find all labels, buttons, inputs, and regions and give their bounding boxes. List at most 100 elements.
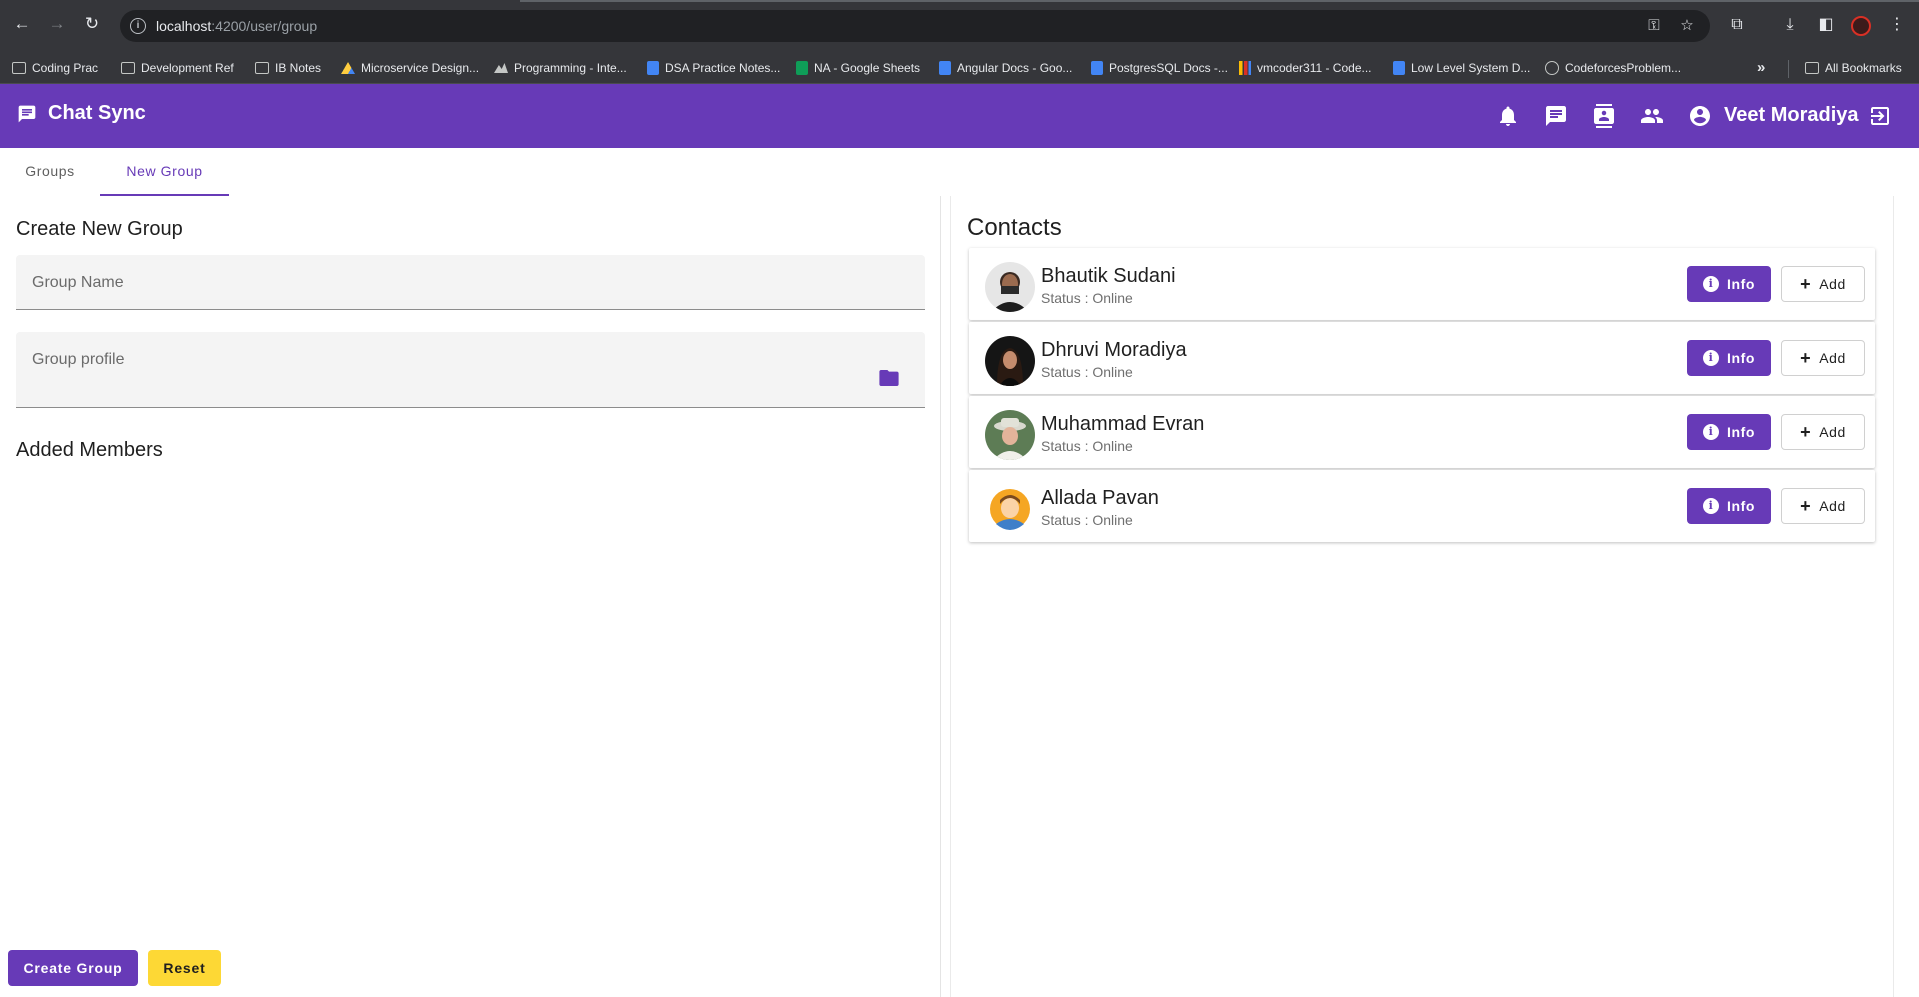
add-label: Add xyxy=(1819,498,1846,514)
account-circle-icon[interactable] xyxy=(1688,104,1712,128)
create-group-heading: Create New Group xyxy=(16,218,183,240)
bookmark-item[interactable]: CodeforcesProblem... xyxy=(1545,59,1681,77)
avatar xyxy=(985,262,1035,312)
bookmark-label: vmcoder311 - Code... xyxy=(1257,61,1372,75)
contact-status: Status : Online xyxy=(1041,512,1133,528)
contact-card: Bhautik Sudani Status : Online i Info + Ad… xyxy=(969,248,1875,320)
bookmark-label: DSA Practice Notes... xyxy=(665,61,781,75)
info-button[interactable]: i Info xyxy=(1687,340,1771,376)
menu-kebab-icon[interactable]: ⋮ xyxy=(1886,14,1908,36)
url-host: localhost xyxy=(156,18,212,34)
add-contact-button[interactable]: + Add xyxy=(1781,266,1865,302)
contact-name: Dhruvi Moradiya xyxy=(1041,339,1187,361)
app-toolbar: Chat Sync Veet Moradiya xyxy=(0,84,1919,148)
tab-groups[interactable]: Groups xyxy=(0,148,100,196)
notification-bell-icon[interactable] xyxy=(1496,104,1520,128)
bookmark-label: PostgresSQL Docs -... xyxy=(1109,61,1228,75)
tab-bar: Groups New Group xyxy=(0,148,1919,196)
add-contact-button[interactable]: + Add xyxy=(1781,488,1865,524)
bookmark-label: Low Level System D... xyxy=(1411,61,1531,75)
add-contact-button[interactable]: + Add xyxy=(1781,414,1865,450)
group-profile-field[interactable]: Group profile xyxy=(16,332,925,408)
url-text[interactable]: localhost:4200/user/group xyxy=(156,18,317,34)
group-profile-label: Group profile xyxy=(32,351,125,368)
avatar xyxy=(985,484,1035,534)
info-label: Info xyxy=(1726,498,1756,514)
star-bookmark-icon[interactable]: ☆ xyxy=(1677,16,1697,36)
bookmark-item[interactable]: Coding Prac xyxy=(12,59,98,77)
back-arrow-icon[interactable]: ← xyxy=(12,14,32,34)
bookmark-label: CodeforcesProblem... xyxy=(1565,61,1682,75)
bookmark-label: Development Ref xyxy=(141,61,234,75)
info-label: Info xyxy=(1726,424,1756,440)
contact-status: Status : Online xyxy=(1041,438,1133,454)
tab-new-group[interactable]: New Group xyxy=(100,148,229,196)
bookmark-item[interactable]: Development Ref xyxy=(121,59,234,77)
side-panel-icon[interactable]: ◧ xyxy=(1815,14,1837,36)
chat-icon[interactable] xyxy=(1544,104,1568,128)
docs-icon xyxy=(647,61,659,75)
folder-icon[interactable] xyxy=(879,370,899,386)
group-name-label: Group Name xyxy=(32,274,124,291)
bookmark-label: IB Notes xyxy=(275,61,322,75)
info-icon: i xyxy=(1702,276,1719,292)
bookmark-label: NA - Google Sheets xyxy=(814,61,921,75)
brand[interactable]: Chat Sync xyxy=(16,102,146,125)
add-label: Add xyxy=(1819,424,1846,440)
address-bar[interactable]: i localhost:4200/user/group ⚿ ☆ xyxy=(120,10,1710,42)
info-icon: i xyxy=(1702,424,1719,440)
bookmark-item[interactable]: PostgresSQL Docs -... xyxy=(1091,59,1228,77)
tab-strip-line xyxy=(520,0,1919,2)
plus-icon: + xyxy=(1800,422,1812,442)
user-name[interactable]: Veet Moradiya xyxy=(1724,104,1859,127)
folder-icon xyxy=(255,62,269,74)
bookmark-label: Microservice Design... xyxy=(361,61,480,75)
bookmark-item[interactable]: NA - Google Sheets xyxy=(796,59,920,77)
key-icon[interactable]: ⚿ xyxy=(1644,16,1664,36)
bookmark-item[interactable]: Programming - Inte... xyxy=(494,59,627,77)
plus-icon: + xyxy=(1800,348,1812,368)
bookmark-label: Programming - Inte... xyxy=(514,61,627,75)
bookmark-item[interactable]: vmcoder311 - Code... xyxy=(1239,59,1372,77)
info-icon: i xyxy=(1702,350,1719,366)
chat-icon xyxy=(18,105,36,122)
bookmark-item[interactable]: Microservice Design... xyxy=(341,59,479,77)
url-path: :4200/user/group xyxy=(211,18,318,34)
create-group-button[interactable]: Create Group xyxy=(8,950,138,986)
all-bookmarks-folder[interactable]: All Bookmarks xyxy=(1805,59,1902,77)
forward-arrow-icon[interactable]: → xyxy=(47,14,67,34)
add-label: Add xyxy=(1819,276,1846,292)
folder-icon xyxy=(121,62,135,74)
browser-toolbar: ← → ↻ i localhost:4200/user/group ⚿ ☆ ⧉ … xyxy=(0,0,1919,52)
group-icon[interactable] xyxy=(1640,104,1664,128)
info-button[interactable]: i Info xyxy=(1687,488,1771,524)
plus-icon: + xyxy=(1800,274,1812,294)
site-info-icon[interactable]: i xyxy=(130,18,146,34)
contact-card: Dhruvi Moradiya Status : Online i Info + A… xyxy=(969,322,1875,394)
info-button[interactable]: i Info xyxy=(1687,266,1771,302)
sheets-icon xyxy=(796,61,808,75)
folder-icon xyxy=(1805,62,1819,74)
reset-button[interactable]: Reset xyxy=(148,950,221,986)
drive-icon xyxy=(341,62,355,74)
bookmarks-overflow-icon[interactable]: » xyxy=(1757,59,1765,76)
bookmark-item[interactable]: DSA Practice Notes... xyxy=(647,59,780,77)
bookmark-item[interactable]: Angular Docs - Goo... xyxy=(939,59,1072,77)
logout-icon[interactable] xyxy=(1868,104,1892,128)
contacts-panel: Contacts Bhautik Sudani Status : Online … xyxy=(950,196,1894,997)
contacts-heading: Contacts xyxy=(967,214,1062,241)
reload-icon[interactable]: ↻ xyxy=(82,14,102,34)
info-button[interactable]: i Info xyxy=(1687,414,1771,450)
bookmark-label: Angular Docs - Goo... xyxy=(957,61,1073,75)
bookmark-label: Coding Prac xyxy=(32,61,99,75)
add-contact-button[interactable]: + Add xyxy=(1781,340,1865,376)
contacts-icon[interactable] xyxy=(1592,104,1616,128)
extensions-icon[interactable]: ⧉ xyxy=(1726,14,1748,36)
profile-avatar-icon[interactable] xyxy=(1851,16,1871,36)
group-name-field[interactable]: Group Name xyxy=(16,255,925,310)
download-icon[interactable]: ⤓ xyxy=(1779,14,1801,36)
app-title: Chat Sync xyxy=(48,102,146,124)
bookmark-item[interactable]: IB Notes xyxy=(255,59,321,77)
contact-name: Allada Pavan xyxy=(1041,487,1159,509)
bookmark-item[interactable]: Low Level System D... xyxy=(1393,59,1530,77)
